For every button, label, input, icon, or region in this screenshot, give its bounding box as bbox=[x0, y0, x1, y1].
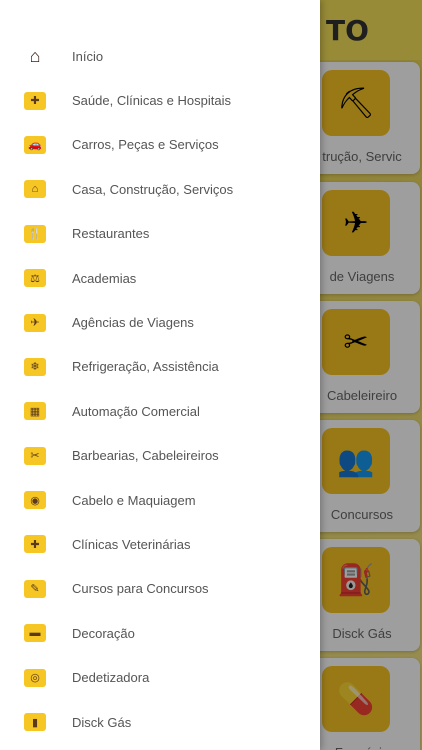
veterinary-icon: ✚ bbox=[24, 535, 46, 554]
menu-item[interactable]: 🍴 Restaurantes bbox=[0, 212, 320, 256]
menu-item[interactable]: ◉ Cabelo e Maquiagem bbox=[0, 478, 320, 522]
menu-item[interactable]: ✚ Saúde, Clínicas e Hospitais bbox=[0, 78, 320, 122]
restaurant-icon: 🍴 bbox=[24, 224, 46, 243]
menu-item-label: Restaurantes bbox=[72, 226, 150, 242]
gas-cylinder-icon: ▮ bbox=[24, 713, 46, 732]
menu-item[interactable]: ⌂ Início bbox=[0, 34, 320, 78]
menu-item-label: Cursos para Concursos bbox=[72, 581, 209, 597]
sofa-icon: ▬ bbox=[24, 624, 46, 643]
menu-item[interactable]: ▬ Decoração bbox=[0, 611, 320, 655]
menu-item[interactable]: ⌂ Casa, Construção, Serviços bbox=[0, 167, 320, 211]
menu-item-label: Carros, Peças e Serviços bbox=[72, 137, 219, 153]
menu-item[interactable]: ✈ Agências de Viagens bbox=[0, 300, 320, 344]
menu-item[interactable]: ✎ Cursos para Concursos bbox=[0, 567, 320, 611]
menu-item-label: Cabelo e Maquiagem bbox=[72, 492, 196, 508]
navigation-drawer: ⌂ Início ✚ Saúde, Clínicas e Hospitais 🚗 Carr… bbox=[0, 0, 320, 750]
menu-item-label: Barbearias, Cabeleireiros bbox=[72, 448, 219, 464]
menu-item-label: Academias bbox=[72, 270, 137, 286]
pest-control-icon: ◎ bbox=[24, 668, 46, 687]
menu-item[interactable]: ❄ Refrigeração, Assistência bbox=[0, 345, 320, 389]
health-icon: ✚ bbox=[24, 91, 46, 110]
travel-icon: ✈ bbox=[24, 313, 46, 332]
menu-item[interactable]: ▦ Automação Comercial bbox=[0, 389, 320, 433]
home-icon: ⌂ bbox=[29, 45, 41, 66]
menu-item-label: Disck Gás bbox=[72, 714, 132, 730]
menu-item[interactable]: ⚖ Academias bbox=[0, 256, 320, 300]
menu-item[interactable]: 🚗 Carros, Peças e Serviços bbox=[0, 123, 320, 167]
menu-item-label: Automação Comercial bbox=[72, 403, 200, 419]
dumbbell-icon: ⚖ bbox=[24, 269, 46, 288]
menu-item-label: Clínicas Veterinárias bbox=[72, 536, 191, 552]
course-icon: ✎ bbox=[24, 579, 46, 598]
refrigeration-icon: ❄ bbox=[24, 357, 46, 376]
makeup-icon: ◉ bbox=[24, 491, 46, 510]
menu-item-label: Casa, Construção, Serviços bbox=[72, 181, 234, 197]
menu-item[interactable]: ◎ Dedetizadora bbox=[0, 655, 320, 699]
menu-item[interactable]: ✂ Barbearias, Cabeleireiros bbox=[0, 434, 320, 478]
car-icon: 🚗 bbox=[24, 135, 46, 154]
register-icon: ▦ bbox=[24, 402, 46, 421]
barber-icon: ✂ bbox=[24, 446, 46, 465]
menu-item-label: Refrigeração, Assistência bbox=[72, 359, 219, 375]
menu-item-label: Início bbox=[72, 48, 104, 64]
menu-item[interactable]: ▮ Disck Gás bbox=[0, 700, 320, 744]
menu-item[interactable]: ✚ Clínicas Veterinárias bbox=[0, 522, 320, 566]
menu-item-label: Decoração bbox=[72, 625, 135, 641]
menu-item-label: Saúde, Clínicas e Hospitais bbox=[72, 93, 231, 109]
menu-item-label: Agências de Viagens bbox=[72, 315, 194, 331]
house-construction-icon: ⌂ bbox=[24, 180, 46, 199]
menu-item-label: Dedetizadora bbox=[72, 670, 150, 686]
